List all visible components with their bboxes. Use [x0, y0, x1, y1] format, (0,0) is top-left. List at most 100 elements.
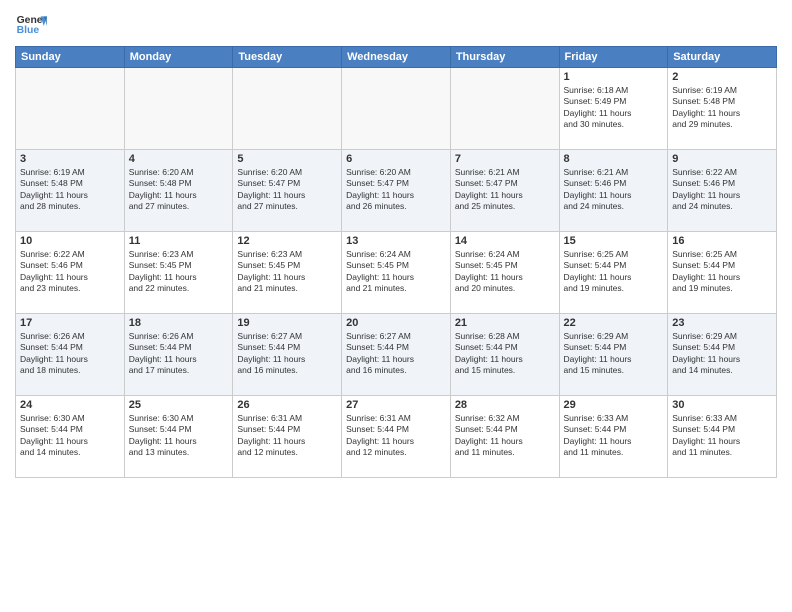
day-cell: 3Sunrise: 6:19 AMSunset: 5:48 PMDaylight…: [16, 150, 125, 232]
day-number: 23: [672, 317, 772, 329]
day-cell: [342, 68, 451, 150]
week-row-5: 24 Sunrise: 6:30 AMSunset: 5:44 PMDayligh…: [16, 396, 777, 478]
day-number: 1: [564, 71, 664, 83]
day-info: Sunrise: 6:33 AMSunset: 5:44 PMDaylight:…: [672, 413, 772, 459]
logo: General Blue: [15, 10, 47, 38]
day-cell: 17 Sunrise: 6:26 AMSunset: 5:44 PMDayligh…: [16, 314, 125, 396]
day-cell: 29Sunrise: 6:33 AMSunset: 5:44 PMDayligh…: [559, 396, 668, 478]
day-cell: 30Sunrise: 6:33 AMSunset: 5:44 PMDayligh…: [668, 396, 777, 478]
day-number: 7: [455, 153, 555, 165]
week-row-4: 17 Sunrise: 6:26 AMSunset: 5:44 PMDayligh…: [16, 314, 777, 396]
day-cell: 24 Sunrise: 6:30 AMSunset: 5:44 PMDayligh…: [16, 396, 125, 478]
day-cell: 21 Sunrise: 6:28 AMSunset: 5:44 PMDayligh…: [450, 314, 559, 396]
day-cell: 25 Sunrise: 6:30 AMSunset: 5:44 PMDayligh…: [124, 396, 233, 478]
day-cell: 23 Sunrise: 6:29 AMSunset: 5:44 PMDayligh…: [668, 314, 777, 396]
day-number: 3: [20, 153, 120, 165]
day-number: 24: [20, 399, 120, 411]
day-number: 12: [237, 235, 337, 247]
day-cell: 27 Sunrise: 6:31 AMSunset: 5:44 PMDayligh…: [342, 396, 451, 478]
day-info: Sunrise: 6:31 AMSunset: 5:44 PMDaylight:…: [346, 413, 446, 459]
day-info: Sunrise: 6:20 AMSunset: 5:47 PMDaylight:…: [237, 167, 337, 213]
weekday-header-row: SundayMondayTuesdayWednesdayThursdayFrid…: [16, 47, 777, 68]
day-cell: 28 Sunrise: 6:32 AMSunset: 5:44 PMDayligh…: [450, 396, 559, 478]
day-cell: 15Sunrise: 6:25 AMSunset: 5:44 PMDayligh…: [559, 232, 668, 314]
week-row-2: 3Sunrise: 6:19 AMSunset: 5:48 PMDaylight…: [16, 150, 777, 232]
day-number: 10: [20, 235, 120, 247]
day-cell: [16, 68, 125, 150]
day-cell: [450, 68, 559, 150]
day-cell: 20 Sunrise: 6:27 AMSunset: 5:44 PMDayligh…: [342, 314, 451, 396]
day-cell: 5 Sunrise: 6:20 AMSunset: 5:47 PMDaylight…: [233, 150, 342, 232]
day-number: 20: [346, 317, 446, 329]
day-number: 17: [20, 317, 120, 329]
day-cell: 1 Sunrise: 6:18 AMSunset: 5:49 PMDaylight…: [559, 68, 668, 150]
day-info: Sunrise: 6:29 AMSunset: 5:44 PMDaylight:…: [564, 331, 664, 377]
day-info: Sunrise: 6:22 AMSunset: 5:46 PMDaylight:…: [672, 167, 772, 213]
day-number: 5: [237, 153, 337, 165]
day-cell: 9 Sunrise: 6:22 AMSunset: 5:46 PMDaylight…: [668, 150, 777, 232]
weekday-monday: Monday: [124, 47, 233, 68]
day-number: 19: [237, 317, 337, 329]
day-cell: 19 Sunrise: 6:27 AMSunset: 5:44 PMDayligh…: [233, 314, 342, 396]
day-number: 28: [455, 399, 555, 411]
day-info: Sunrise: 6:31 AMSunset: 5:44 PMDaylight:…: [237, 413, 337, 459]
day-cell: 16 Sunrise: 6:25 AMSunset: 5:44 PMDayligh…: [668, 232, 777, 314]
day-cell: 18 Sunrise: 6:26 AMSunset: 5:44 PMDayligh…: [124, 314, 233, 396]
day-info: Sunrise: 6:27 AMSunset: 5:44 PMDaylight:…: [346, 331, 446, 377]
day-number: 4: [129, 153, 229, 165]
day-info: Sunrise: 6:23 AMSunset: 5:45 PMDaylight:…: [237, 249, 337, 295]
day-cell: 11 Sunrise: 6:23 AMSunset: 5:45 PMDayligh…: [124, 232, 233, 314]
day-cell: 26 Sunrise: 6:31 AMSunset: 5:44 PMDayligh…: [233, 396, 342, 478]
calendar: SundayMondayTuesdayWednesdayThursdayFrid…: [15, 46, 777, 478]
day-number: 13: [346, 235, 446, 247]
day-number: 8: [564, 153, 664, 165]
day-info: Sunrise: 6:25 AMSunset: 5:44 PMDaylight:…: [672, 249, 772, 295]
day-cell: [124, 68, 233, 150]
day-number: 27: [346, 399, 446, 411]
day-cell: 10 Sunrise: 6:22 AMSunset: 5:46 PMDayligh…: [16, 232, 125, 314]
day-info: Sunrise: 6:19 AMSunset: 5:48 PMDaylight:…: [672, 85, 772, 131]
day-info: Sunrise: 6:30 AMSunset: 5:44 PMDaylight:…: [129, 413, 229, 459]
day-number: 2: [672, 71, 772, 83]
day-info: Sunrise: 6:23 AMSunset: 5:45 PMDaylight:…: [129, 249, 229, 295]
day-info: Sunrise: 6:22 AMSunset: 5:46 PMDaylight:…: [20, 249, 120, 295]
svg-text:Blue: Blue: [17, 25, 40, 36]
day-number: 16: [672, 235, 772, 247]
day-number: 22: [564, 317, 664, 329]
weekday-friday: Friday: [559, 47, 668, 68]
day-number: 26: [237, 399, 337, 411]
day-number: 9: [672, 153, 772, 165]
day-info: Sunrise: 6:20 AMSunset: 5:48 PMDaylight:…: [129, 167, 229, 213]
day-info: Sunrise: 6:26 AMSunset: 5:44 PMDaylight:…: [20, 331, 120, 377]
weekday-thursday: Thursday: [450, 47, 559, 68]
day-info: Sunrise: 6:29 AMSunset: 5:44 PMDaylight:…: [672, 331, 772, 377]
day-info: Sunrise: 6:30 AMSunset: 5:44 PMDaylight:…: [20, 413, 120, 459]
day-cell: 4 Sunrise: 6:20 AMSunset: 5:48 PMDaylight…: [124, 150, 233, 232]
day-info: Sunrise: 6:33 AMSunset: 5:44 PMDaylight:…: [564, 413, 664, 459]
day-number: 21: [455, 317, 555, 329]
day-info: Sunrise: 6:26 AMSunset: 5:44 PMDaylight:…: [129, 331, 229, 377]
day-info: Sunrise: 6:28 AMSunset: 5:44 PMDaylight:…: [455, 331, 555, 377]
day-number: 14: [455, 235, 555, 247]
day-number: 15: [564, 235, 664, 247]
day-cell: 22 Sunrise: 6:29 AMSunset: 5:44 PMDayligh…: [559, 314, 668, 396]
day-info: Sunrise: 6:32 AMSunset: 5:44 PMDaylight:…: [455, 413, 555, 459]
day-cell: 14Sunrise: 6:24 AMSunset: 5:45 PMDayligh…: [450, 232, 559, 314]
day-cell: 6Sunrise: 6:20 AMSunset: 5:47 PMDaylight…: [342, 150, 451, 232]
week-row-1: 1 Sunrise: 6:18 AMSunset: 5:49 PMDaylight…: [16, 68, 777, 150]
day-info: Sunrise: 6:27 AMSunset: 5:44 PMDaylight:…: [237, 331, 337, 377]
day-number: 6: [346, 153, 446, 165]
weekday-saturday: Saturday: [668, 47, 777, 68]
day-cell: [233, 68, 342, 150]
day-number: 11: [129, 235, 229, 247]
page: General Blue SundayMondayTuesdayWednesda…: [0, 0, 792, 612]
day-number: 25: [129, 399, 229, 411]
day-cell: 12 Sunrise: 6:23 AMSunset: 5:45 PMDayligh…: [233, 232, 342, 314]
day-info: Sunrise: 6:18 AMSunset: 5:49 PMDaylight:…: [564, 85, 664, 131]
logo-icon: General Blue: [15, 10, 47, 38]
day-number: 18: [129, 317, 229, 329]
day-cell: 8Sunrise: 6:21 AMSunset: 5:46 PMDaylight…: [559, 150, 668, 232]
week-row-3: 10 Sunrise: 6:22 AMSunset: 5:46 PMDayligh…: [16, 232, 777, 314]
day-cell: 7 Sunrise: 6:21 AMSunset: 5:47 PMDaylight…: [450, 150, 559, 232]
day-info: Sunrise: 6:21 AMSunset: 5:47 PMDaylight:…: [455, 167, 555, 213]
